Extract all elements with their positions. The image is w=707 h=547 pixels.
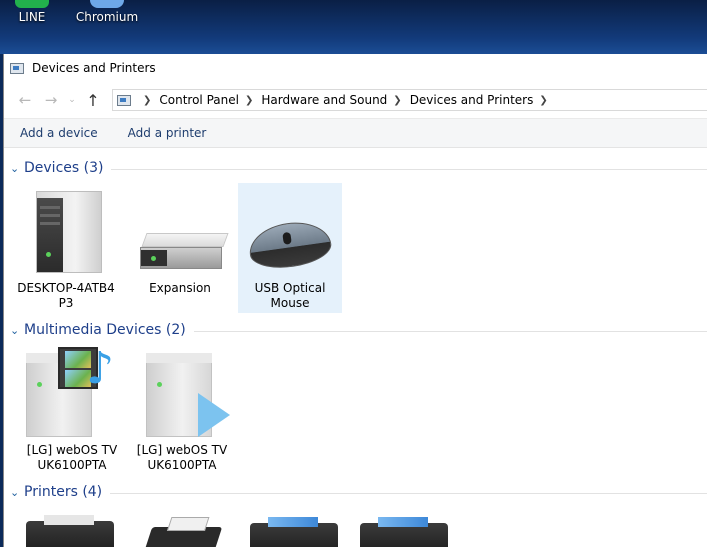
breadcrumb-devices-and-printers[interactable]: Devices and Printers: [410, 93, 534, 107]
control-panel-icon: [117, 93, 133, 107]
group-title: Printers (4): [24, 484, 103, 500]
device-tile-usb-mouse[interactable]: USB Optical Mouse: [238, 183, 342, 313]
printer-tile-3[interactable]: [242, 509, 346, 547]
window-titlebar[interactable]: Devices and Printers: [4, 54, 707, 82]
device-label: [LG] webOS TV: [136, 443, 228, 457]
breadcrumb-control-panel[interactable]: Control Panel: [159, 93, 239, 107]
device-list: ⌄ Devices (3) DESKTOP-4ATB4 P3 Expansion: [4, 149, 707, 547]
line-app-icon: [15, 0, 49, 8]
desktop-shortcut-label: LINE: [18, 10, 46, 24]
chevron-down-icon[interactable]: ⌄: [10, 162, 24, 175]
desktop-background: LINE Chromium: [0, 0, 707, 54]
window-title: Devices and Printers: [32, 61, 156, 75]
group-divider: [111, 168, 707, 170]
fax-icon: [143, 517, 223, 547]
device-tile-desktop[interactable]: DESKTOP-4ATB4 P3: [14, 183, 118, 313]
device-tile-expansion[interactable]: Expansion: [128, 183, 232, 313]
chevron-down-icon[interactable]: ⌄: [10, 324, 24, 337]
device-label: P3: [58, 296, 74, 310]
back-arrow-icon[interactable]: ←: [14, 89, 36, 111]
device-label: USB Optical: [254, 281, 326, 295]
address-bar[interactable]: ❯ Control Panel ❯ Hardware and Sound ❯ D…: [112, 89, 707, 111]
group-divider: [110, 492, 707, 494]
device-label: UK6100PTA: [37, 458, 107, 472]
devices-printers-icon: [10, 61, 26, 75]
breadcrumb-hardware-and-sound[interactable]: Hardware and Sound: [261, 93, 387, 107]
command-bar: Add a device Add a printer: [4, 118, 707, 148]
device-label: DESKTOP-4ATB4: [17, 281, 115, 295]
up-arrow-icon[interactable]: ↑: [82, 89, 104, 111]
add-device-button[interactable]: Add a device: [20, 126, 98, 140]
desktop-shortcut-line[interactable]: LINE: [0, 0, 67, 24]
devices-and-printers-window: Devices and Printers ← → ⌄ ↑ ❯ Control P…: [3, 54, 707, 547]
group-header-multimedia[interactable]: ⌄ Multimedia Devices (2): [4, 319, 707, 341]
breadcrumb-separator-icon[interactable]: ❯: [393, 95, 401, 106]
breadcrumb-separator-icon[interactable]: ❯: [245, 95, 253, 106]
group-header-devices[interactable]: ⌄ Devices (3): [4, 157, 707, 179]
play-icon: [198, 393, 230, 437]
group-header-printers[interactable]: ⌄ Printers (4): [4, 481, 707, 503]
media-tile-lg-tv-2[interactable]: [LG] webOS TV UK6100PTA: [130, 345, 234, 475]
device-label: Mouse: [270, 296, 310, 310]
printer-tile-1[interactable]: [20, 509, 124, 547]
address-row: ← → ⌄ ↑ ❯ Control Panel ❯ Hardware and S…: [4, 82, 707, 118]
group-divider: [193, 330, 707, 332]
external-drive-icon: [138, 233, 229, 275]
printer-tile-4[interactable]: [352, 509, 456, 547]
printer-icon: [360, 517, 448, 547]
printer-icon: [26, 515, 114, 547]
group-title: Multimedia Devices (2): [24, 322, 186, 338]
computer-tower-icon: [36, 191, 102, 273]
device-label: [LG] webOS TV: [26, 443, 118, 457]
music-note-icon: ♪: [86, 343, 115, 394]
breadcrumb-separator-icon[interactable]: ❯: [143, 95, 151, 106]
forward-arrow-icon[interactable]: →: [40, 89, 62, 111]
desktop-shortcut-chromium[interactable]: Chromium: [72, 0, 142, 24]
media-tile-lg-tv-1[interactable]: ♪ [LG] webOS TV UK6100PTA: [20, 345, 124, 475]
device-label: Expansion: [149, 281, 211, 295]
device-label: UK6100PTA: [147, 458, 217, 472]
breadcrumb-separator-icon[interactable]: ❯: [539, 95, 547, 106]
recent-locations-chevron-icon[interactable]: ⌄: [66, 89, 78, 111]
chromium-icon: [90, 0, 124, 8]
mouse-icon: [246, 217, 334, 273]
group-title: Devices (3): [24, 160, 104, 176]
printer-tile-2[interactable]: [132, 509, 236, 547]
chevron-down-icon[interactable]: ⌄: [10, 486, 24, 499]
add-printer-button[interactable]: Add a printer: [128, 126, 207, 140]
printer-icon: [250, 517, 338, 547]
desktop-shortcut-label: Chromium: [75, 10, 139, 24]
